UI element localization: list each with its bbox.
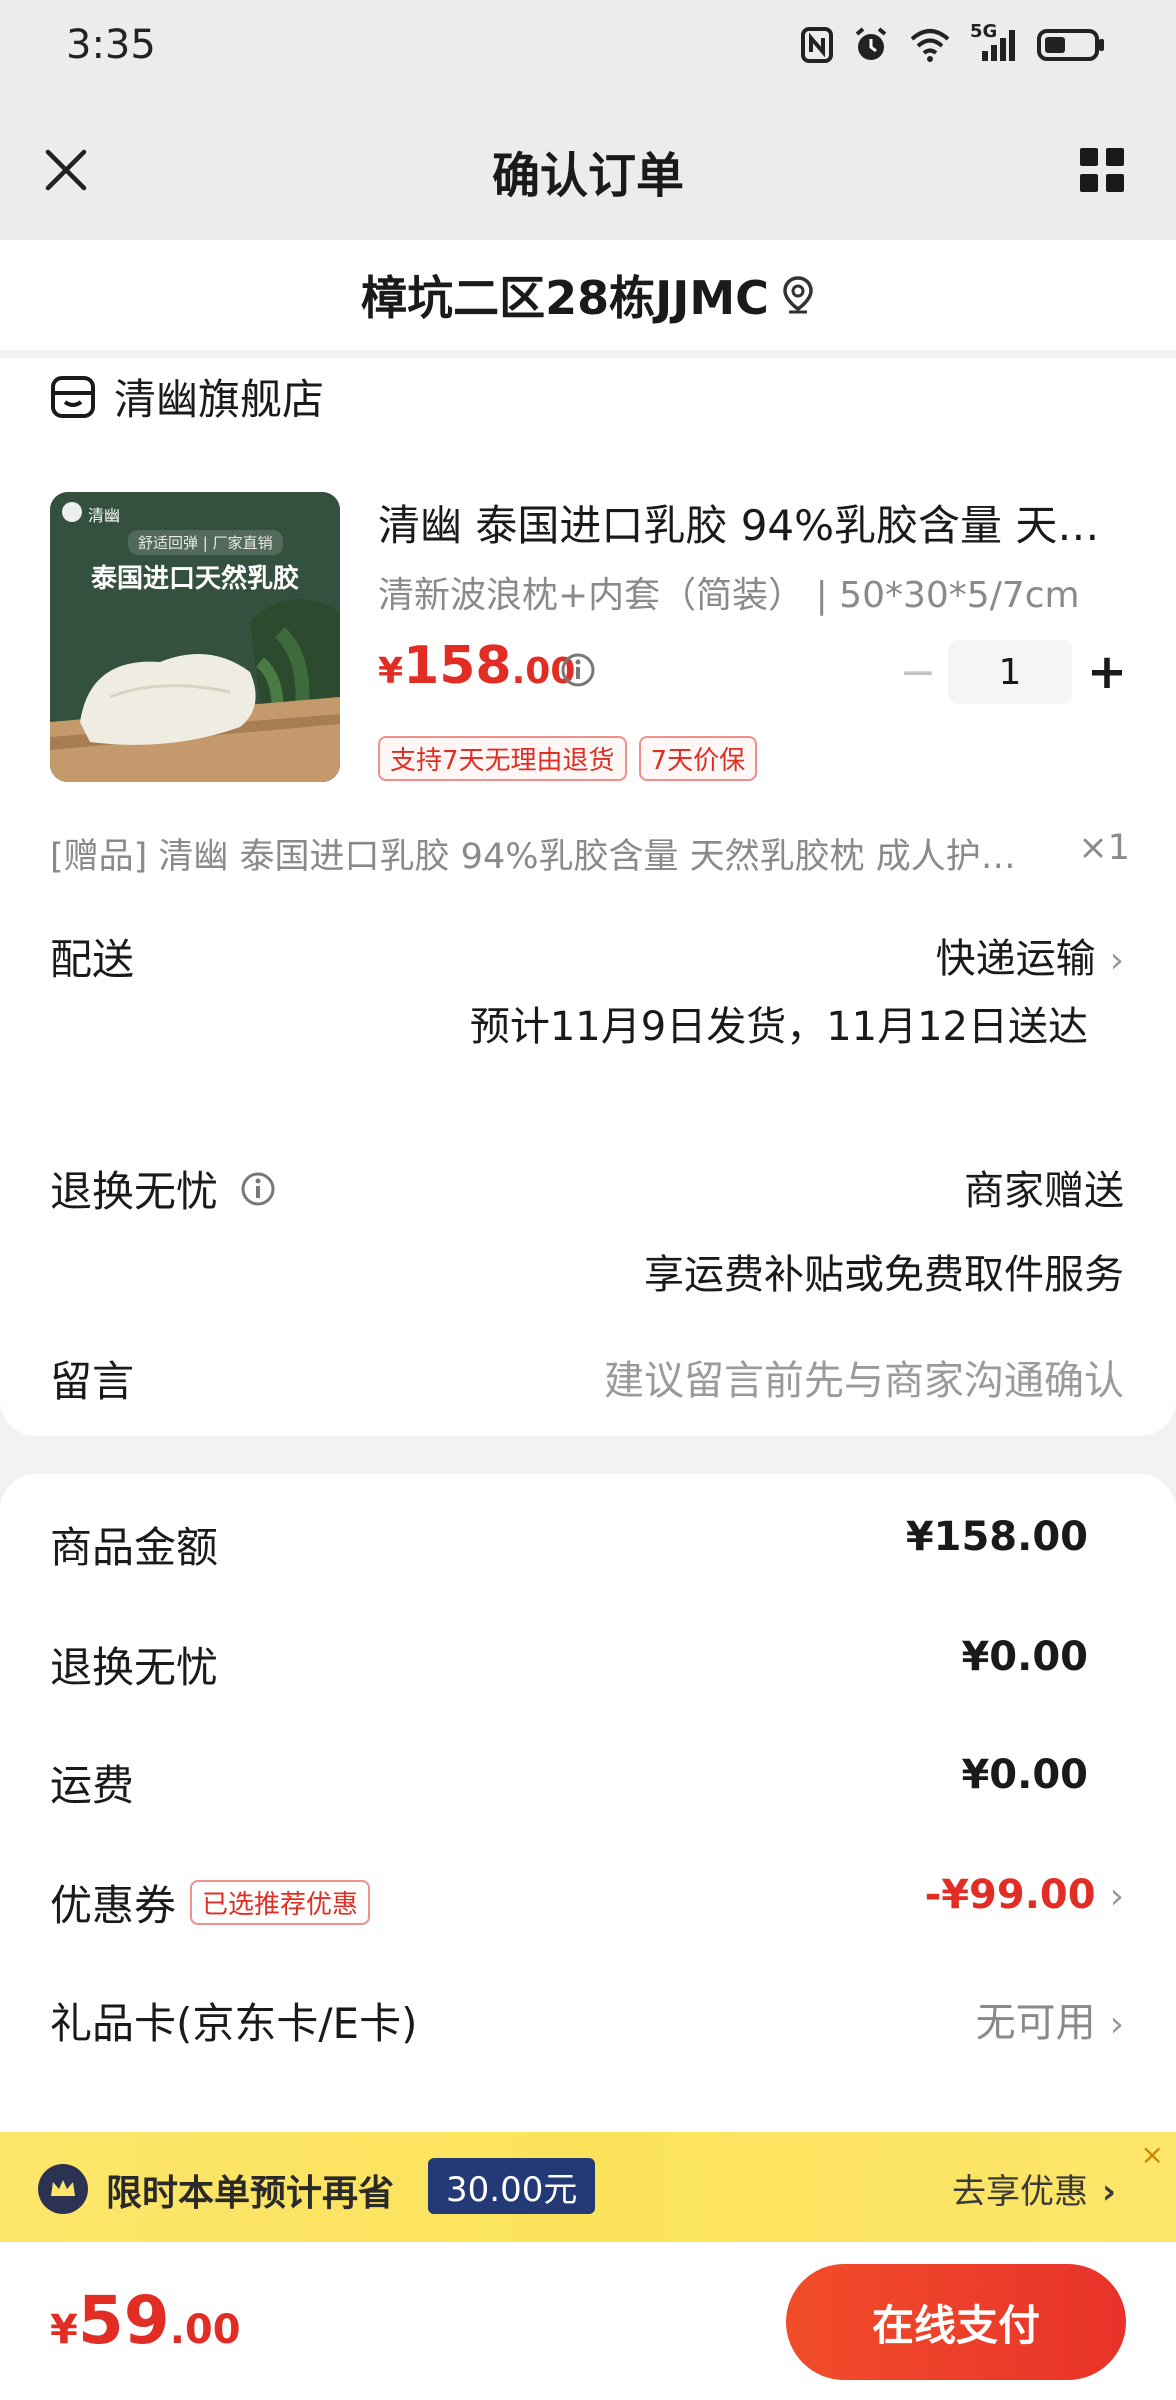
return-service-row[interactable]: 退换无忧 — [50, 1158, 276, 1219]
product-spec[interactable]: 清新波浪枕+内套（简装） | 50*30*5/7cm — [378, 566, 1080, 618]
alarm-icon — [852, 26, 890, 68]
promo-link-label: 去享优惠 — [951, 2172, 1088, 2212]
shipping-fee-value: ¥0.00 — [961, 1752, 1088, 1798]
page-title: 确认订单 — [491, 148, 684, 204]
return-fee-label: 退换无忧 — [50, 1643, 219, 1692]
coupon-badge: 已选推荐优惠 — [190, 1880, 371, 1925]
message-label: 留言 — [50, 1357, 135, 1406]
checkout-bar: ¥59.00 在线支付 — [0, 2242, 1176, 2400]
nfc-icon — [800, 26, 834, 68]
more-menu-button[interactable] — [1078, 146, 1126, 194]
giftcard-value: 无可用 — [975, 2000, 1096, 2046]
product-image[interactable]: 清幽 舒适回弹 | 厂家直销 泰国进口天然乳胶 — [50, 492, 340, 782]
total-integer: 59 — [77, 2282, 170, 2359]
return-service-value: 商家赠送 — [964, 1168, 1124, 1214]
total-symbol: ¥ — [50, 2307, 78, 2353]
goods-amount-label: 商品金额 — [50, 1523, 219, 1572]
decrease-quantity-button[interactable]: − — [888, 647, 948, 698]
info-icon — [241, 1172, 275, 1205]
promo-amount: 30.00元 — [428, 2158, 596, 2214]
tag-7day-return: 支持7天无理由退货 — [378, 736, 627, 781]
status-time: 3:35 — [66, 22, 156, 68]
delivery-estimate: 预计11月9日发货，11月12日送达 — [469, 1004, 1088, 1050]
promo-close-button[interactable]: × — [1141, 2138, 1164, 2171]
coupon-row-label: 优惠券 已选推荐优惠 — [50, 1872, 371, 1933]
wifi-icon — [908, 27, 952, 67]
chevron-right-icon: › — [1109, 2004, 1124, 2045]
price-summary-card: 商品金额 ¥158.00 退换无忧 ¥0.00 运费 ¥0.00 优惠券 已选推… — [0, 1474, 1176, 2134]
coupon-label: 优惠券 — [50, 1881, 177, 1930]
return-fee-value: ¥0.00 — [961, 1634, 1088, 1680]
order-card: 清幽旗舰店 清幽 舒适回弹 | 厂家直销 泰国进口天然乳胶 清幽 泰国进口乳胶 … — [0, 358, 1176, 1436]
total-price: ¥59.00 — [50, 2282, 241, 2359]
product-price: ¥158.00 — [378, 636, 575, 696]
price-symbol: ¥ — [378, 651, 404, 692]
price-info-button[interactable] — [560, 652, 596, 692]
product-image-tag: 舒适回弹 | 厂家直销 — [128, 530, 283, 555]
increase-quantity-button[interactable]: + — [1072, 644, 1142, 700]
return-service-label: 退换无忧 — [50, 1167, 219, 1216]
status-icons: 5G — [800, 21, 1106, 68]
delivery-method: 快递运输 — [935, 936, 1096, 982]
coupon-value: -¥99.00 — [924, 1872, 1096, 1918]
delivery-label: 配送 — [50, 935, 135, 984]
coupon-button[interactable]: -¥99.00 › — [925, 1872, 1124, 1918]
giftcard-label: 礼品卡(京东卡/E卡) — [50, 1999, 418, 2048]
message-input[interactable]: 建议留言前先与商家沟通确认 — [604, 1348, 1124, 1406]
service-tags: 支持7天无理由退货 7天价保 — [378, 736, 758, 781]
gift-row[interactable]: [赠品] 清幽 泰国进口乳胶 94%乳胶含量 天然乳胶枕 成人护颈枕 ×1 — [50, 828, 1130, 879]
giftcard-button[interactable]: 无可用 › — [976, 1990, 1124, 2048]
goods-amount-value: ¥158.00 — [905, 1514, 1088, 1560]
grid-menu-icon — [1080, 148, 1124, 192]
chevron-right-icon: › — [1109, 940, 1124, 981]
store-name: 清幽旗舰店 — [114, 375, 325, 424]
product-image-caption: 泰国进口天然乳胶 — [90, 564, 299, 594]
return-service-desc: 享运费补贴或免费取件服务 — [644, 1252, 1124, 1298]
delivery-method-button[interactable]: 快递运输 › — [936, 926, 1124, 984]
status-bar: 3:35 5G — [0, 0, 1176, 100]
gift-text: [赠品] 清幽 泰国进口乳胶 94%乳胶含量 天然乳胶枕 成人护颈枕 — [50, 837, 1040, 877]
pay-online-button[interactable]: 在线支付 — [786, 2264, 1126, 2380]
total-decimal: .00 — [169, 2307, 241, 2353]
cellular-signal-icon: 5G — [970, 21, 1018, 67]
address-bar[interactable]: 樟坑二区28栋JJMC — [0, 240, 1176, 350]
info-icon — [561, 653, 595, 687]
promo-link[interactable]: 去享优惠 › — [952, 2164, 1116, 2213]
promo-text: 限时本单预计再省 — [106, 2173, 395, 2214]
location-pin-icon — [783, 276, 813, 314]
crown-icon — [38, 2164, 88, 2214]
product-title[interactable]: 清幽 泰国进口乳胶 94%乳胶含量 天然乳胶枕 成人护颈枕 — [378, 492, 1118, 553]
store-row[interactable]: 清幽旗舰店 — [50, 366, 324, 427]
quantity-value[interactable]: 1 — [948, 640, 1072, 704]
gift-quantity: ×1 — [1078, 828, 1130, 868]
store-icon — [51, 375, 95, 418]
network-type-label: 5G — [970, 21, 998, 42]
battery-icon — [1036, 27, 1106, 67]
chevron-right-icon: › — [1109, 1876, 1124, 1917]
product-image-brand: 清幽 — [88, 506, 121, 525]
promo-banner[interactable]: 限时本单预计再省 30.00元 去享优惠 › × — [0, 2132, 1176, 2242]
shipping-fee-label: 运费 — [50, 1761, 135, 1810]
chevron-right-icon: › — [1101, 2172, 1116, 2212]
price-integer: 158 — [403, 636, 512, 696]
address-text: 樟坑二区28栋JJMC — [361, 271, 769, 325]
navbar: 确认订单 — [0, 100, 1176, 240]
tag-price-protect: 7天价保 — [638, 736, 758, 781]
quantity-stepper: − 1 + — [888, 640, 1142, 704]
